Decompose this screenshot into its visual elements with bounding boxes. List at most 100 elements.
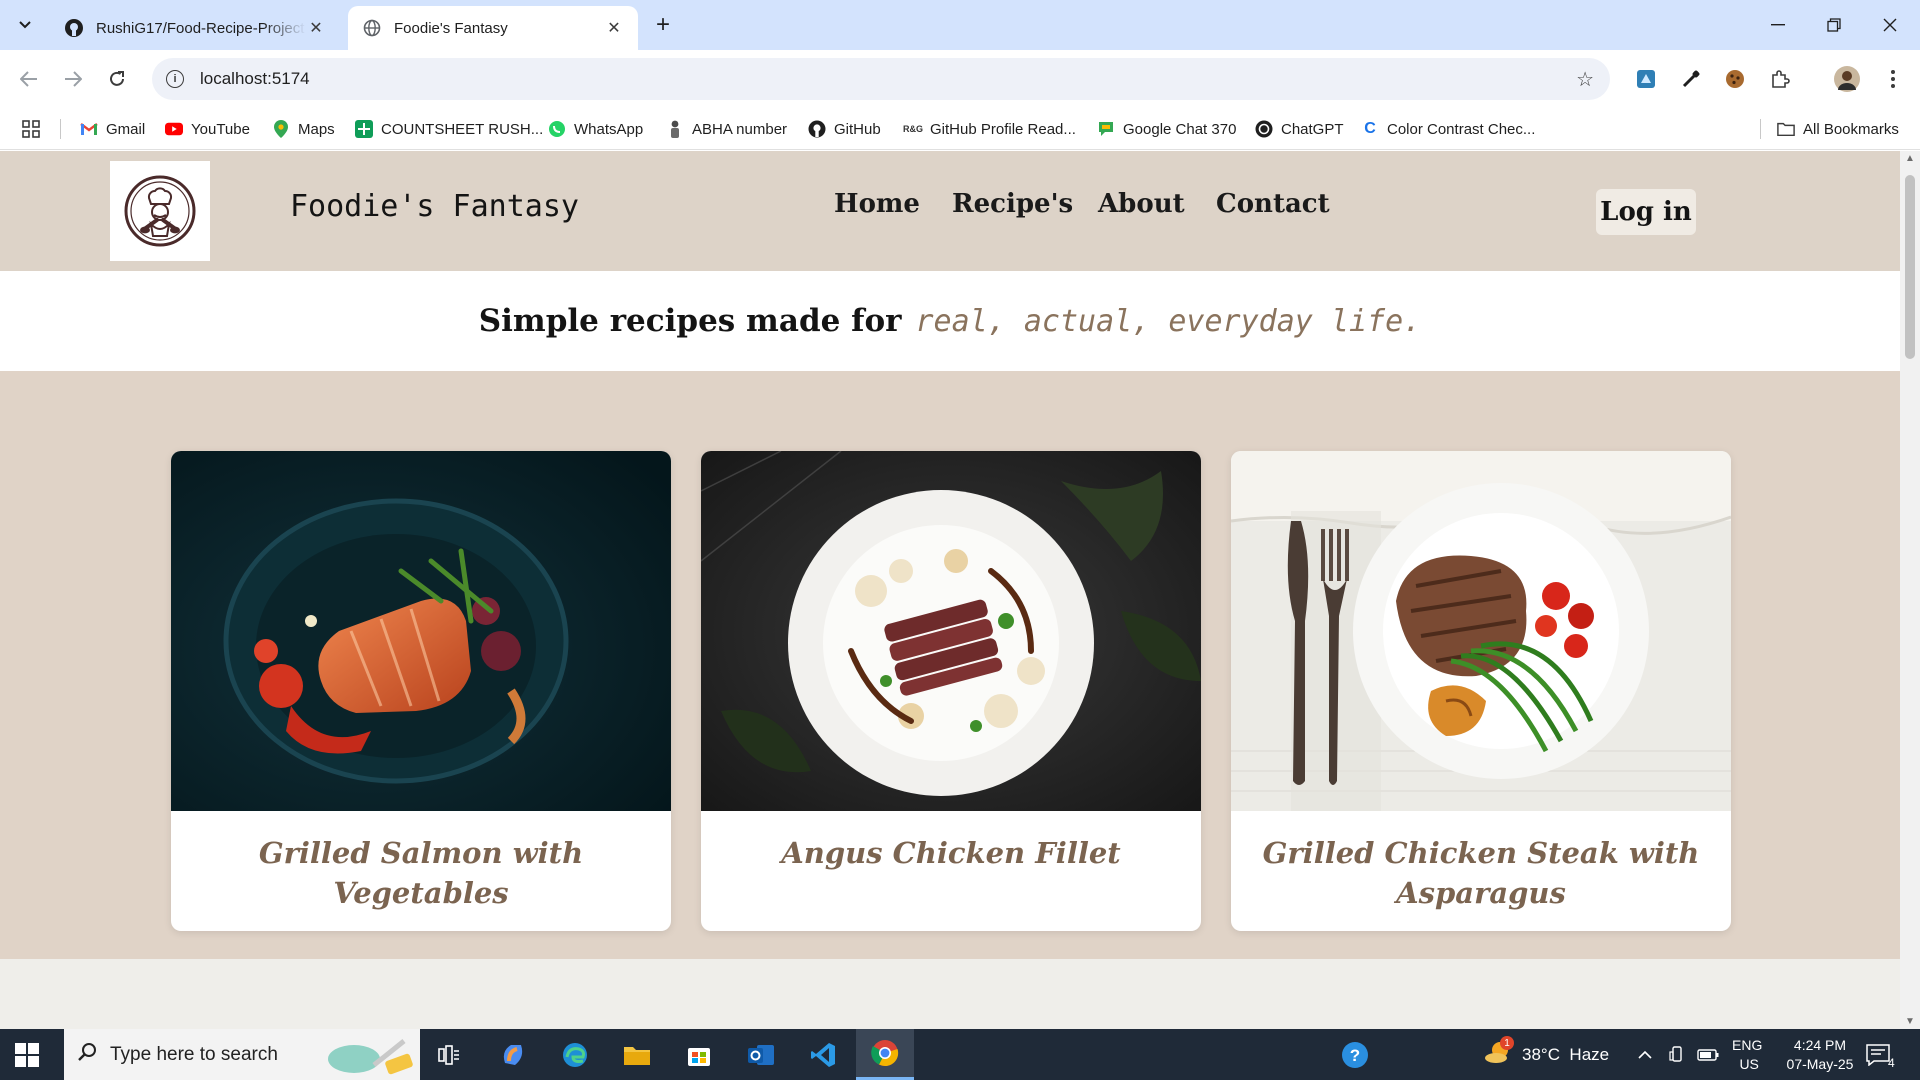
tagline-strong: Simple recipes made for bbox=[478, 303, 902, 339]
weather-alert-badge: 1 bbox=[1500, 1036, 1514, 1050]
nav-recipes[interactable]: Recipe's bbox=[952, 189, 1073, 219]
github-icon bbox=[808, 120, 826, 138]
microsoft-store-icon[interactable] bbox=[670, 1029, 728, 1080]
bookmark-color-contrast[interactable]: C Color Contrast Chec... bbox=[1361, 108, 1535, 150]
scroll-up-arrow-icon[interactable]: ▲ bbox=[1905, 153, 1915, 164]
folder-icon bbox=[1777, 120, 1795, 138]
reload-icon[interactable] bbox=[102, 64, 132, 94]
tab-search-chevron-icon[interactable] bbox=[12, 12, 38, 38]
search-placeholder: Type here to search bbox=[110, 1043, 278, 1065]
bookmark-gmail[interactable]: Gmail bbox=[80, 108, 145, 150]
login-button[interactable]: Log in bbox=[1596, 189, 1696, 235]
edge-browser-icon[interactable] bbox=[546, 1029, 604, 1080]
bookmark-maps[interactable]: Maps bbox=[272, 108, 335, 150]
page-viewport: Foodie's Fantasy Home Recipe's About Con… bbox=[0, 151, 1900, 1029]
profile-avatar[interactable] bbox=[1834, 66, 1860, 92]
recipe-photo-salmon bbox=[171, 451, 671, 811]
bookmark-github-profile-readme[interactable]: R&G GitHub Profile Read... bbox=[903, 108, 1076, 150]
github-icon bbox=[64, 18, 84, 38]
hero-tagline: Simple recipes made for real, actual, ev… bbox=[0, 271, 1900, 371]
address-bar[interactable]: i localhost:5174 ☆ bbox=[152, 58, 1610, 100]
bookmark-countsheet[interactable]: COUNTSHEET RUSH... bbox=[355, 108, 543, 150]
scroll-down-arrow-icon[interactable]: ▼ bbox=[1905, 1016, 1915, 1027]
scrollbar-thumb[interactable] bbox=[1905, 175, 1915, 359]
svg-text:?: ? bbox=[1350, 1046, 1360, 1065]
bookmark-abha[interactable]: ABHA number bbox=[666, 108, 787, 150]
bookmark-google-chat[interactable]: Google Chat 370 bbox=[1097, 108, 1236, 150]
bookmark-chatgpt[interactable]: ChatGPT bbox=[1255, 108, 1344, 150]
help-icon[interactable]: ? bbox=[1340, 1029, 1370, 1080]
tab-github-repo[interactable]: RushiG17/Food-Recipe-Project ✕ bbox=[50, 6, 340, 50]
close-icon[interactable]: ✕ bbox=[604, 18, 624, 38]
extensions-puzzle-icon[interactable] bbox=[1767, 66, 1793, 92]
kebab-menu-icon[interactable] bbox=[1880, 66, 1906, 92]
windows-start-icon[interactable] bbox=[14, 1042, 40, 1068]
show-hidden-icons-chevron-icon[interactable] bbox=[1638, 1029, 1652, 1080]
battery-icon[interactable] bbox=[1697, 1029, 1719, 1080]
all-bookmarks[interactable]: All Bookmarks bbox=[1777, 108, 1899, 150]
nav-contact[interactable]: Contact bbox=[1216, 189, 1330, 219]
bookmarks-divider bbox=[1760, 119, 1761, 139]
site-logo[interactable] bbox=[110, 161, 210, 261]
bookmark-github[interactable]: GitHub bbox=[808, 108, 881, 150]
vscode-icon[interactable] bbox=[794, 1029, 852, 1080]
recipe-photo-angus-fillet bbox=[701, 451, 1201, 811]
notifications-count: 4 bbox=[1888, 1055, 1895, 1070]
color-picker-icon[interactable] bbox=[1678, 66, 1704, 92]
restore-icon[interactable] bbox=[1806, 0, 1862, 50]
apps-grid-icon[interactable] bbox=[22, 108, 40, 150]
recipe-card-angus-chicken-fillet[interactable]: Angus Chicken Fillet bbox=[701, 451, 1201, 931]
contrast-icon: C bbox=[1364, 120, 1376, 137]
file-explorer-icon[interactable] bbox=[608, 1029, 666, 1080]
notifications-icon[interactable]: 4 bbox=[1866, 1029, 1895, 1080]
url-text: localhost:5174 bbox=[200, 69, 310, 88]
minimize-icon[interactable] bbox=[1750, 0, 1806, 50]
outlook-icon[interactable] bbox=[732, 1029, 790, 1080]
bookmark-youtube[interactable]: YouTube bbox=[165, 108, 250, 150]
browser-tab-bar: RushiG17/Food-Recipe-Project ✕ Foodie's … bbox=[0, 0, 1920, 50]
sheets-icon bbox=[355, 120, 373, 138]
bookmark-star-icon[interactable]: ☆ bbox=[1576, 67, 1594, 92]
weather-icon: 1 bbox=[1484, 1036, 1514, 1069]
clock[interactable]: 4:24 PM 07-May-25 bbox=[1785, 1029, 1855, 1080]
close-icon[interactable]: ✕ bbox=[306, 18, 326, 38]
search-icon bbox=[78, 1042, 98, 1068]
chef-logo-icon bbox=[124, 175, 196, 247]
recipe-card-title: Angus Chicken Fillet bbox=[781, 836, 1121, 870]
nav-home[interactable]: Home bbox=[834, 189, 920, 219]
weather-text: 38°C Haze bbox=[1522, 1044, 1610, 1064]
globe-icon bbox=[362, 18, 382, 38]
tagline-emphasis: real, actual, everyday life. bbox=[915, 303, 1422, 339]
weather-widget[interactable]: 1 38°C Haze bbox=[1484, 1029, 1609, 1080]
recipe-card-grilled-salmon[interactable]: Grilled Salmon with Vegetables bbox=[171, 451, 671, 931]
bookmark-whatsapp[interactable]: WhatsApp bbox=[548, 108, 643, 150]
windows-taskbar: Type here to search ? 1 38°C Haze ENG US… bbox=[0, 1029, 1920, 1080]
task-view-icon[interactable] bbox=[420, 1029, 478, 1080]
recipe-card-title: Grilled Salmon with Vegetables bbox=[258, 836, 584, 910]
forward-arrow-icon[interactable] bbox=[58, 64, 88, 94]
site-info-icon[interactable]: i bbox=[166, 70, 184, 88]
tab-title: Foodie's Fantasy bbox=[394, 19, 508, 37]
clock-time: 4:24 PM bbox=[1793, 1036, 1847, 1053]
extension-drive-icon[interactable] bbox=[1633, 66, 1659, 92]
search-highlight-bowl-icon bbox=[324, 1035, 416, 1080]
recipe-card-title: Grilled Chicken Steak with Asparagus bbox=[1262, 836, 1700, 910]
chat-icon bbox=[1097, 120, 1115, 138]
device-icon[interactable] bbox=[1668, 1029, 1686, 1080]
back-arrow-icon[interactable] bbox=[14, 64, 44, 94]
nav-about[interactable]: About bbox=[1098, 189, 1185, 219]
site-brand[interactable]: Foodie's Fantasy bbox=[290, 189, 579, 224]
chrome-icon[interactable] bbox=[856, 1029, 914, 1080]
new-tab-plus-icon[interactable]: + bbox=[650, 11, 676, 38]
page-scrollbar[interactable]: ▲ ▼ bbox=[1900, 151, 1920, 1029]
cookie-icon[interactable] bbox=[1722, 66, 1748, 92]
close-window-icon[interactable] bbox=[1862, 0, 1918, 50]
browser-toolbar: i localhost:5174 ☆ bbox=[0, 50, 1920, 108]
taskbar-search-input[interactable]: Type here to search bbox=[64, 1029, 420, 1080]
recipe-card-grilled-chicken-steak[interactable]: Grilled Chicken Steak with Asparagus bbox=[1231, 451, 1731, 931]
copilot-icon[interactable] bbox=[484, 1029, 542, 1080]
whatsapp-icon bbox=[548, 120, 566, 138]
tab-foodies-fantasy[interactable]: Foodie's Fantasy ✕ bbox=[348, 6, 638, 50]
recipe-cards: Grilled Salmon with Vegetables Angus Chi… bbox=[0, 371, 1900, 959]
language-indicator[interactable]: ENG US bbox=[1732, 1029, 1762, 1080]
